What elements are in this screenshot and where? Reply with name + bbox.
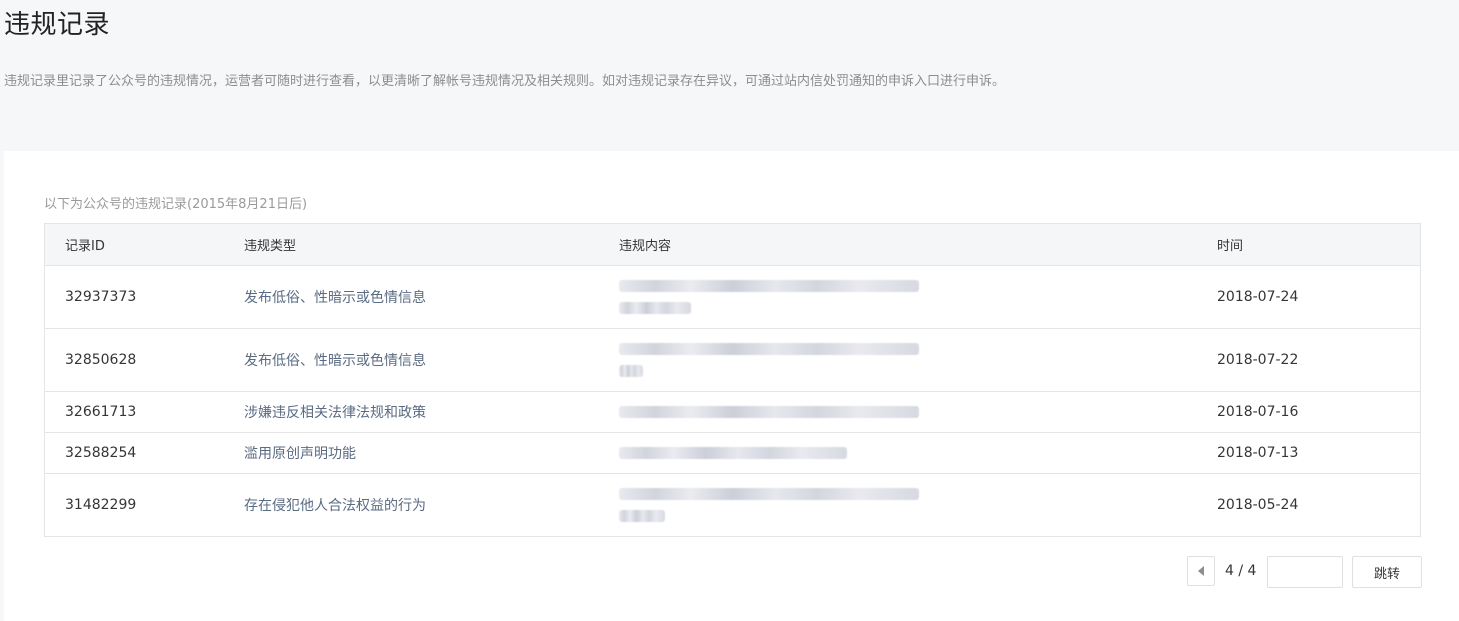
table-row: 32937373 发布低俗、性暗示或色情信息 2018-07-24: [45, 266, 1420, 329]
column-header-id: 记录ID: [65, 239, 105, 254]
table-row: 32588254 滥用原创声明功能 2018-07-13: [45, 433, 1420, 474]
page-indicator: 4 / 4: [1225, 563, 1257, 579]
violation-content-blurred: [619, 329, 919, 391]
violation-content-blurred: [619, 433, 847, 473]
violation-type: 发布低俗、性暗示或色情信息: [244, 353, 426, 369]
violation-type: 滥用原创声明功能: [244, 446, 356, 462]
table-header: 记录ID 违规类型 违规内容 时间: [45, 224, 1420, 266]
violation-type: 存在侵犯他人合法权益的行为: [244, 498, 426, 514]
page-title: 违规记录: [4, 10, 111, 40]
record-id: 31482299: [65, 497, 137, 513]
table-row: 32850628 发布低俗、性暗示或色情信息 2018-07-22: [45, 329, 1420, 392]
violation-date: 2018-07-13: [1217, 445, 1299, 461]
table-row: 31482299 存在侵犯他人合法权益的行为 2018-05-24: [45, 474, 1420, 536]
prev-page-button[interactable]: [1187, 556, 1215, 586]
violation-type: 发布低俗、性暗示或色情信息: [244, 290, 426, 306]
table-row: 32661713 涉嫌违反相关法律法规和政策 2018-07-16: [45, 392, 1420, 433]
records-panel: 以下为公众号的违规记录(2015年8月21日后) 记录ID 违规类型 违规内容 …: [4, 151, 1459, 621]
violation-date: 2018-07-16: [1217, 404, 1299, 420]
violation-date: 2018-05-24: [1217, 497, 1299, 513]
column-header-content: 违规内容: [619, 239, 672, 254]
violation-table: 记录ID 违规类型 违规内容 时间 32937373 发布低俗、性暗示或色情信息…: [44, 223, 1421, 537]
record-id: 32937373: [65, 289, 137, 305]
column-header-time: 时间: [1217, 239, 1244, 254]
violation-date: 2018-07-24: [1217, 289, 1299, 305]
jump-button[interactable]: 跳转: [1352, 556, 1422, 588]
page-jump-input[interactable]: [1267, 556, 1343, 588]
violation-content-blurred: [619, 474, 919, 536]
record-id: 32850628: [65, 352, 137, 368]
column-header-type: 违规类型: [244, 239, 297, 254]
violation-type: 涉嫌违反相关法律法规和政策: [244, 405, 426, 421]
records-subtitle: 以下为公众号的违规记录(2015年8月21日后): [44, 197, 308, 212]
violation-content-blurred: [619, 392, 919, 432]
record-id: 32661713: [65, 404, 137, 420]
record-id: 32588254: [65, 445, 137, 461]
page-description: 违规记录里记录了公众号的违规情况，运营者可随时进行查看，以更清晰了解帐号违规情况…: [4, 74, 1006, 89]
caret-left-icon: [1198, 566, 1204, 576]
violation-content-blurred: [619, 266, 919, 328]
violation-date: 2018-07-22: [1217, 352, 1299, 368]
